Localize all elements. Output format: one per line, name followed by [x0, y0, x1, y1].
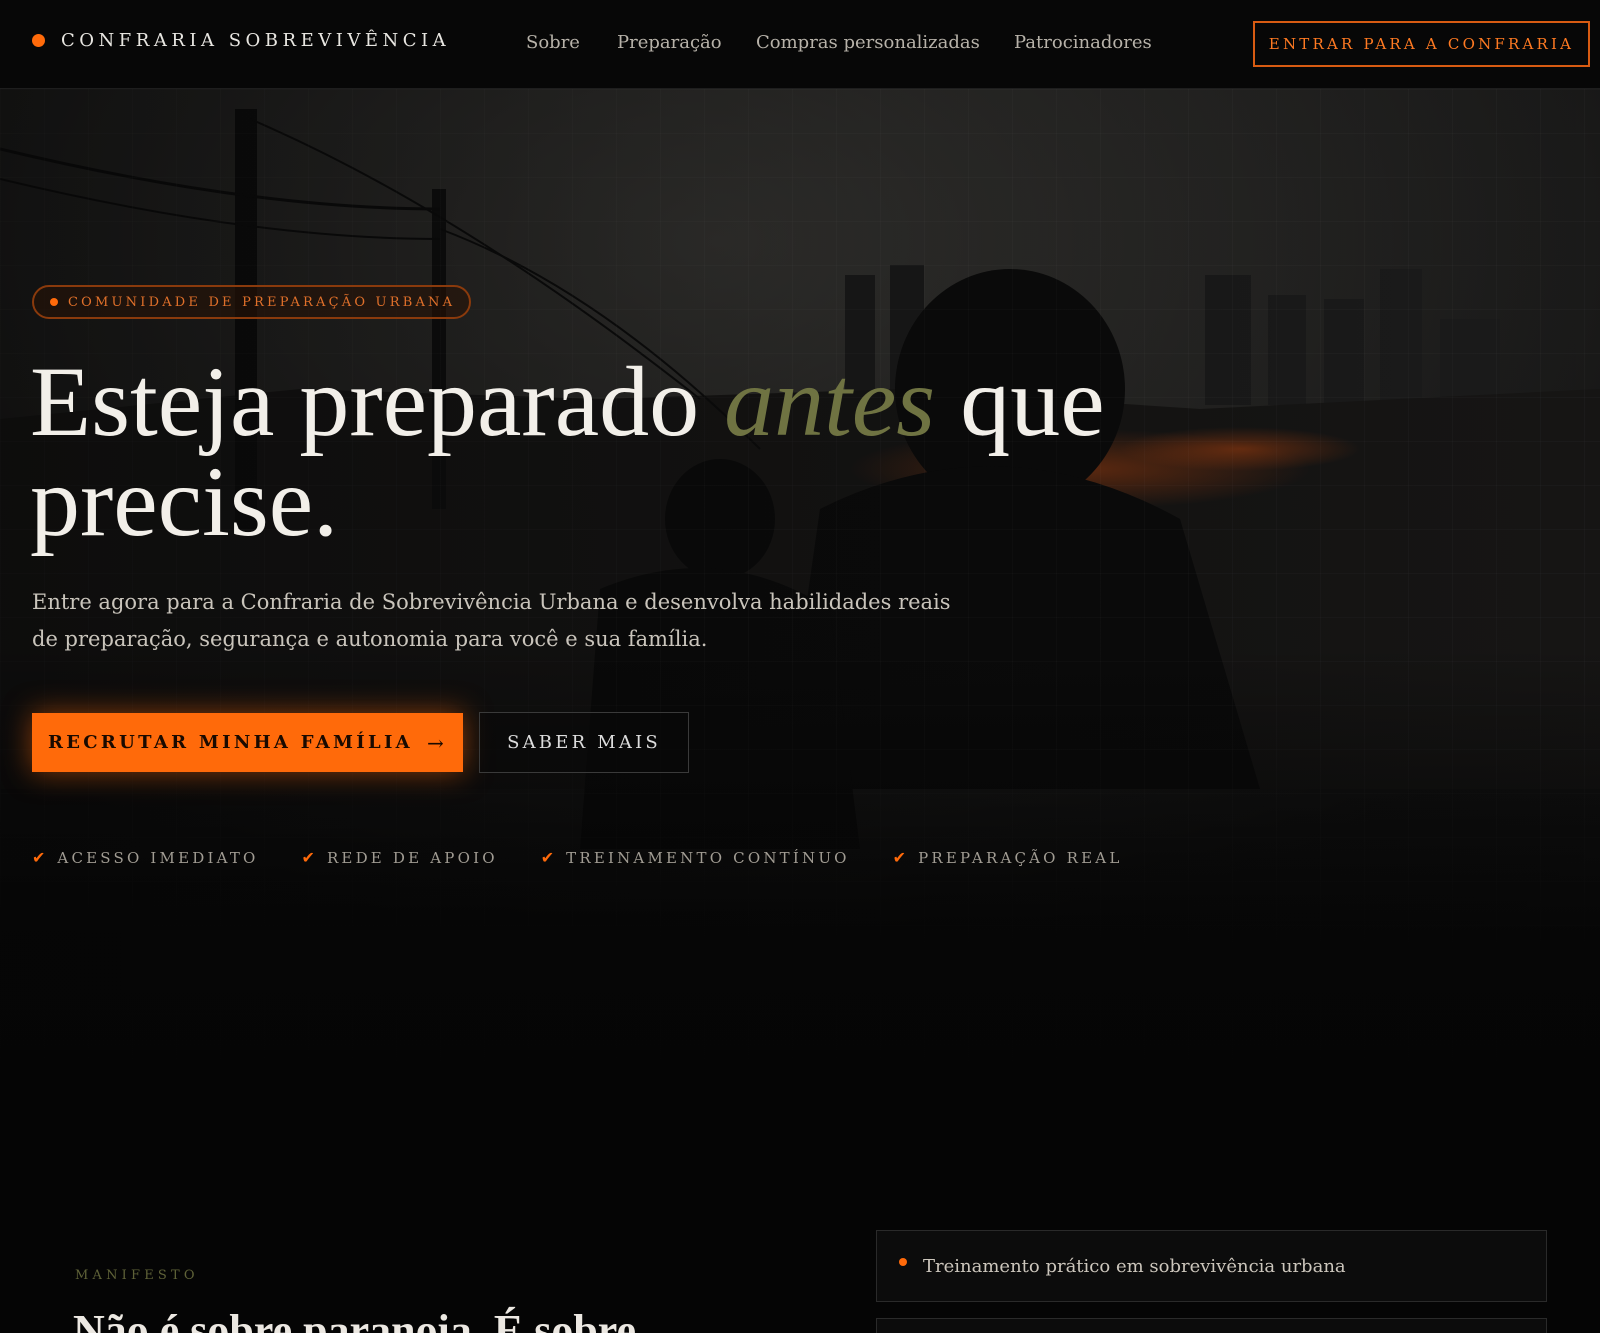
headline-part1: Esteja preparado	[30, 346, 725, 457]
badge-dot-icon	[50, 298, 58, 306]
check-icon: ✔	[892, 848, 907, 867]
nav-item-preparacao[interactable]: Preparação	[617, 32, 722, 53]
recruit-family-button[interactable]: RECRUTAR MINHA FAMÍLIA →	[32, 713, 463, 772]
feature-item: ✔ ACESSO IMEDIATO	[32, 848, 259, 867]
main-nav: Sobre Preparação Compras personalizadas …	[526, 32, 1189, 53]
nav-item-compras[interactable]: Compras personalizadas	[756, 32, 980, 53]
feature-item: ✔ TREINAMENTO CONTÍNUO	[541, 848, 850, 867]
join-confraria-button[interactable]: ENTRAR PARA A CONFRARIA	[1253, 21, 1590, 67]
site-header: CONFRARIA SOBREVIVÊNCIA Sobre Preparação…	[0, 0, 1600, 89]
recruit-family-label: RECRUTAR MINHA FAMÍLIA	[47, 732, 413, 753]
feature-label: TREINAMENTO CONTÍNUO	[566, 848, 850, 867]
community-badge: COMUNIDADE DE PREPARAÇÃO URBANA	[32, 285, 471, 319]
feature-label: ACESSO IMEDIATO	[57, 848, 259, 867]
hero-headline: Esteja preparado antes que precise.	[30, 352, 1290, 552]
check-icon: ✔	[540, 848, 555, 867]
check-icon: ✔	[32, 848, 46, 867]
nav-item-sobre[interactable]: Sobre	[526, 32, 580, 53]
nav-item-patrocinadores[interactable]: Patrocinadores	[1014, 32, 1152, 53]
manifesto-list-item: Treinamento prático em sobrevivência urb…	[876, 1230, 1547, 1302]
feature-item: ✔ PREPARAÇÃO REAL	[893, 848, 1123, 867]
manifesto-heading: Não é sobre paranoia. É sobre	[73, 1306, 637, 1333]
feature-label: PREPARAÇÃO REAL	[918, 848, 1123, 867]
manifesto-list-item	[876, 1318, 1547, 1333]
hero-lead: Entre agora para a Confraria de Sobreviv…	[32, 590, 951, 651]
brand-name: CONFRARIA SOBREVIVÊNCIA	[61, 30, 451, 51]
check-icon: ✔	[301, 848, 315, 867]
manifesto-eyebrow: MANIFESTO	[75, 1268, 199, 1283]
brand-logo[interactable]: CONFRARIA SOBREVIVÊNCIA	[32, 30, 450, 51]
feature-item: ✔ REDE DE APOIO	[302, 848, 498, 867]
list-item-text: Treinamento prático em sobrevivência urb…	[923, 1255, 1346, 1277]
arrow-right-icon: →	[426, 730, 448, 755]
brand-dot-icon	[32, 34, 45, 47]
headline-accent: antes	[724, 346, 936, 457]
feature-list: ✔ ACESSO IMEDIATO ✔ REDE DE APOIO ✔ TREI…	[32, 848, 1166, 867]
feature-label: REDE DE APOIO	[326, 848, 498, 867]
badge-label: COMUNIDADE DE PREPARAÇÃO URBANA	[68, 294, 456, 310]
bullet-dot-icon	[899, 1258, 907, 1266]
learn-more-button[interactable]: SABER MAIS	[479, 712, 689, 773]
